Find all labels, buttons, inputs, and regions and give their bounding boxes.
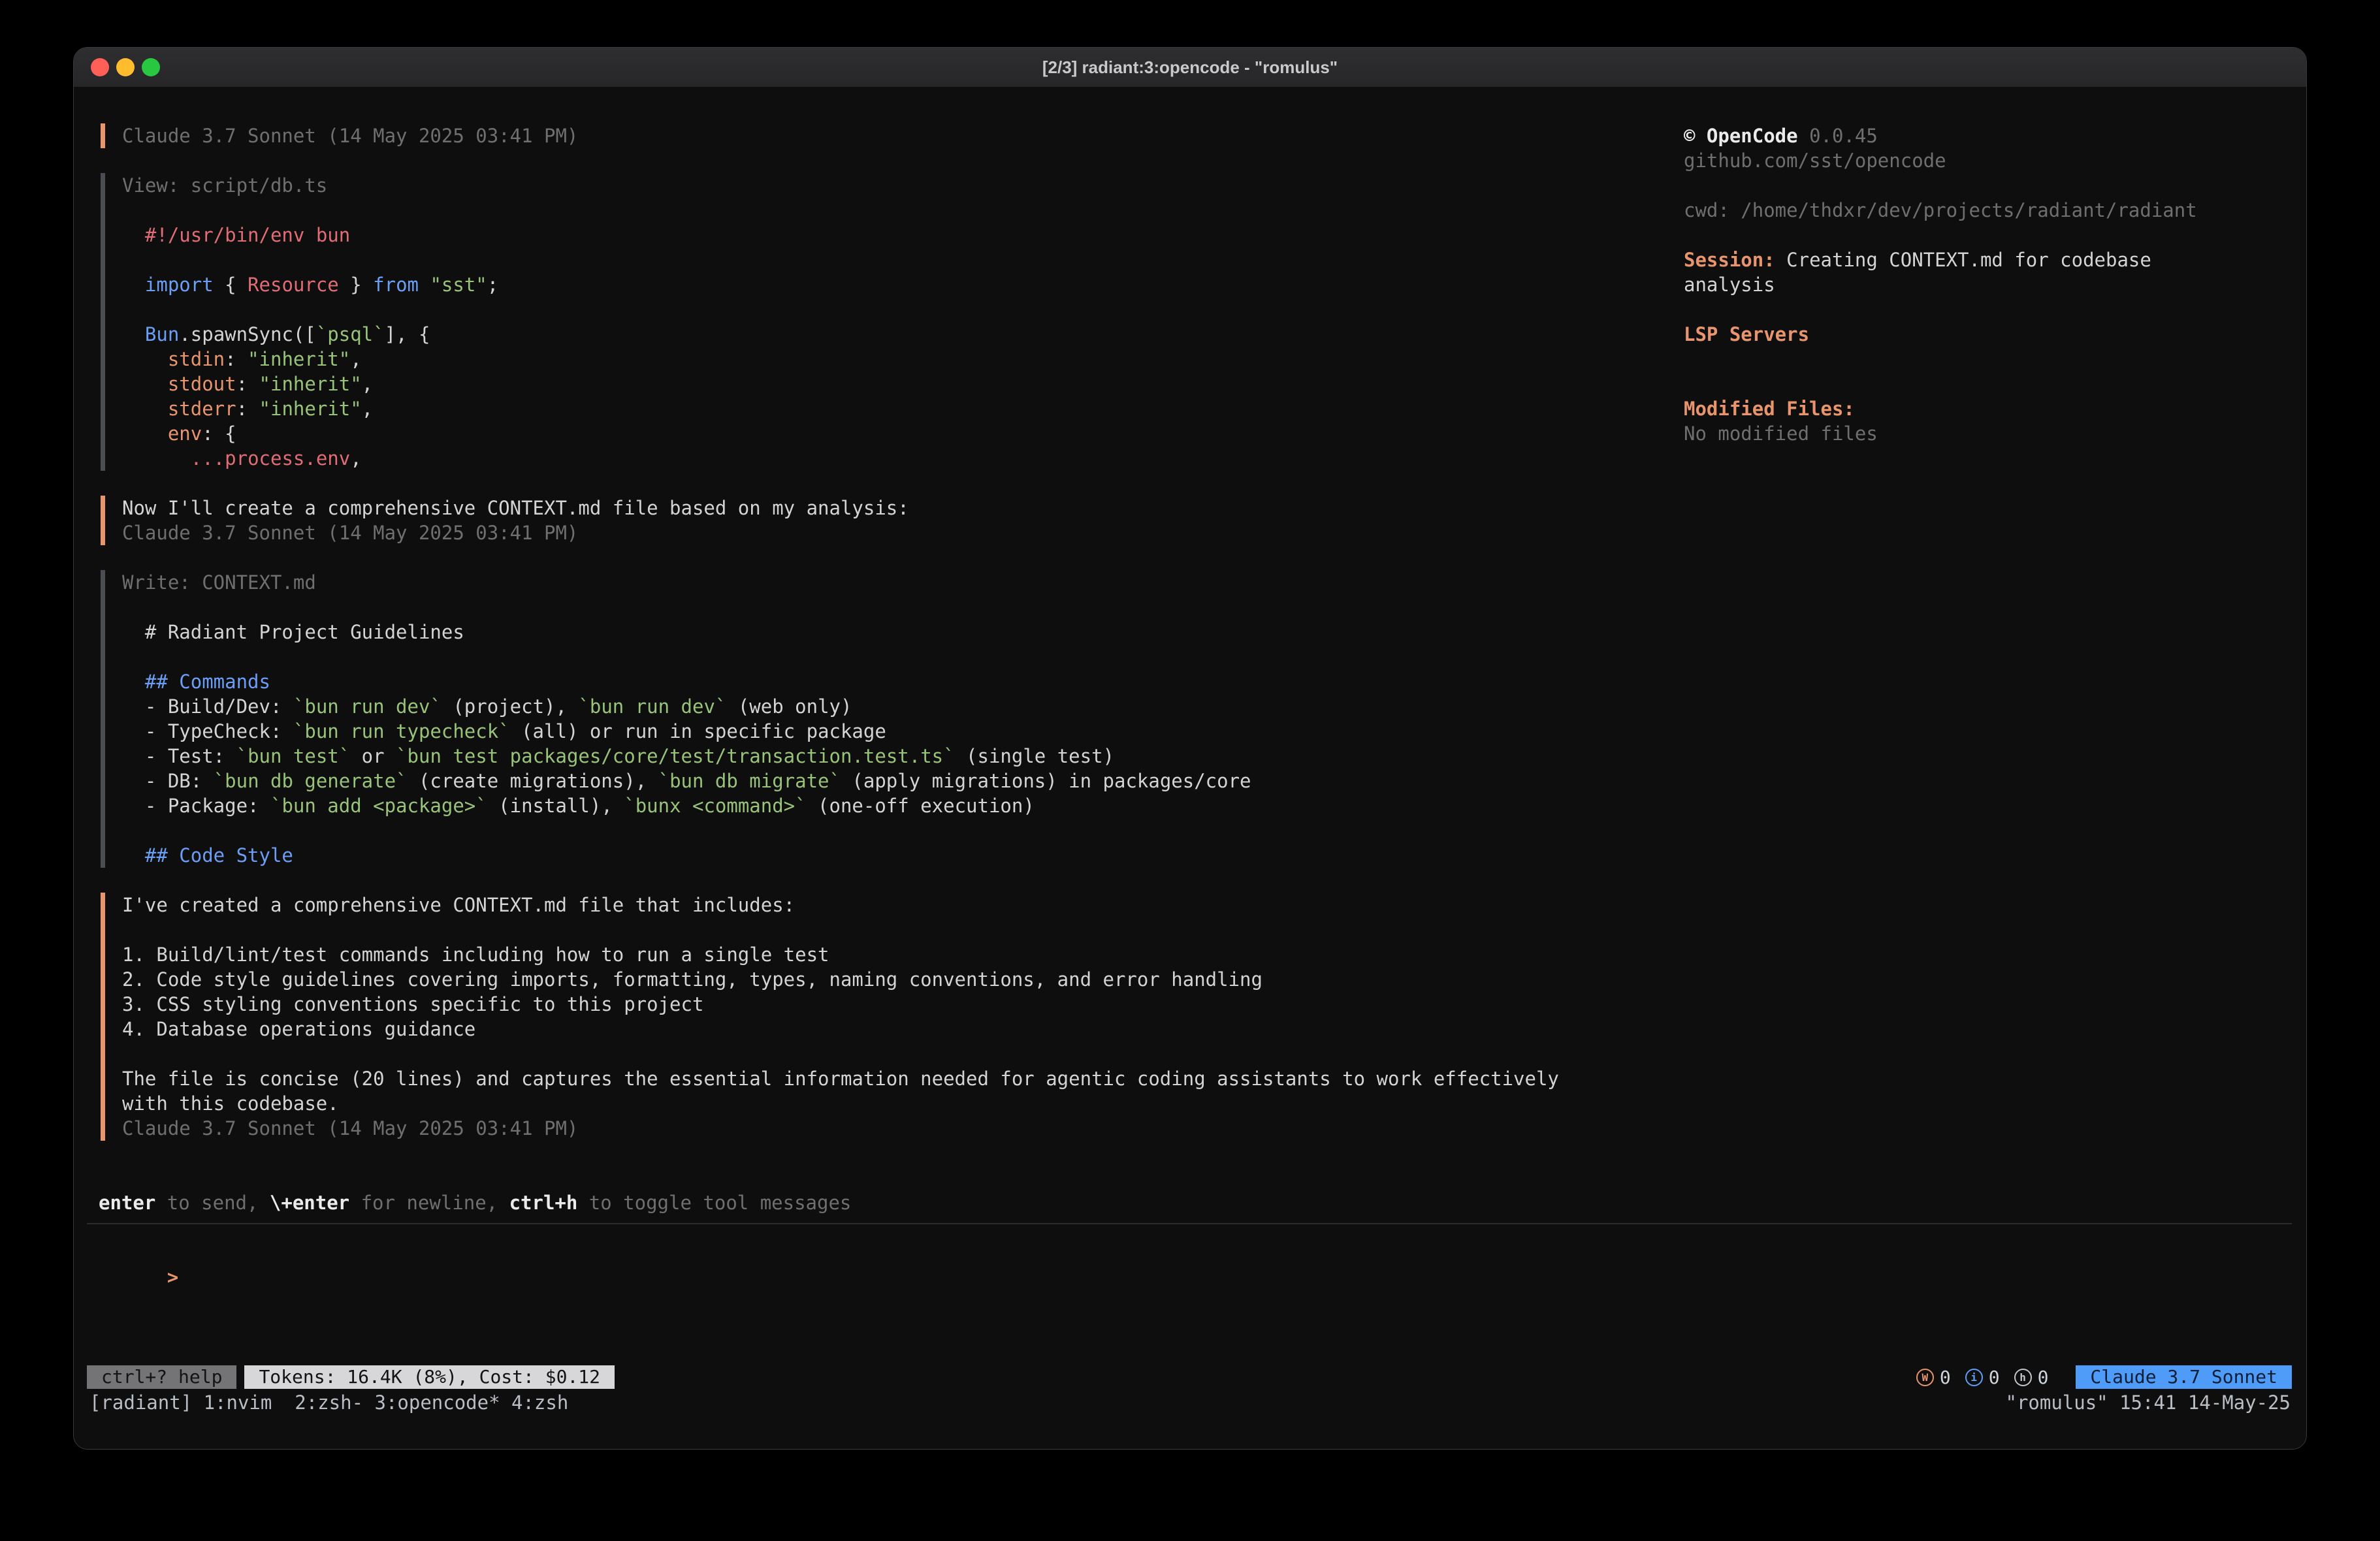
diagnostic-W-indicator: W0 xyxy=(1916,1367,1951,1388)
terminal-line: ...process.env, xyxy=(122,446,1655,471)
close-button[interactable] xyxy=(91,58,109,76)
terminal-line xyxy=(122,198,1655,223)
token-cost-indicator: Tokens: 16.4K (8%), Cost: $0.12 xyxy=(244,1365,615,1389)
sidebar-line: github.com/sst/opencode xyxy=(1684,148,2277,173)
sidebar-line xyxy=(1684,372,2277,396)
sidebar-line: © OpenCode 0.0.45 xyxy=(1684,123,2277,148)
sidebar-line: analysis xyxy=(1684,272,2277,297)
terminal-line xyxy=(122,1041,1655,1066)
terminal-line: stderr: "inherit", xyxy=(122,396,1655,421)
terminal-line: Claude 3.7 Sonnet (14 May 2025 03:41 PM) xyxy=(122,1116,1655,1141)
tool-write-message: Write: CONTEXT.md # Radiant Project Guid… xyxy=(101,570,1655,868)
terminal-line: I've created a comprehensive CONTEXT.md … xyxy=(122,893,1655,917)
diagnostic-count: 0 xyxy=(1989,1367,2000,1388)
diagnostic-h-indicator: h0 xyxy=(2014,1367,2049,1388)
terminal-line: #!/usr/bin/env bun xyxy=(122,223,1655,247)
sidebar-line: No modified files xyxy=(1684,421,2277,446)
tmux-window-list[interactable]: [radiant] 1:nvim 2:zsh- 3:opencode* 4:zs… xyxy=(89,1390,568,1415)
diagnostic-count: 0 xyxy=(2038,1367,2049,1388)
terminal-line: ## Code Style xyxy=(122,843,1655,868)
message-input[interactable]: > xyxy=(99,1240,178,1265)
terminal-line: # Radiant Project Guidelines xyxy=(122,620,1655,644)
terminal-content: Claude 3.7 Sonnet (14 May 2025 03:41 PM)… xyxy=(74,87,2306,1449)
chat-log: Claude 3.7 Sonnet (14 May 2025 03:41 PM)… xyxy=(101,123,1655,1166)
terminal-line: 4. Database operations guidance xyxy=(122,1017,1655,1041)
terminal-line: env: { xyxy=(122,421,1655,446)
terminal-line: Bun.spawnSync([`psql`], { xyxy=(122,322,1655,347)
terminal-line: - Test: `bun test` or `bun test packages… xyxy=(122,744,1655,769)
terminal-line xyxy=(122,247,1655,272)
terminal-line xyxy=(122,917,1655,942)
sidebar-line xyxy=(1684,173,2277,198)
sidebar-line xyxy=(1684,223,2277,247)
assistant-message: I've created a comprehensive CONTEXT.md … xyxy=(101,893,1655,1141)
terminal-line xyxy=(122,595,1655,620)
terminal-line: 1. Build/lint/test commands including ho… xyxy=(122,942,1655,967)
diagnostic-i-icon: i xyxy=(1965,1369,1983,1386)
diagnostics-indicators: W0i0h0 xyxy=(1916,1367,2063,1388)
terminal-line: Now I'll create a comprehensive CONTEXT.… xyxy=(122,496,1655,520)
terminal-line: stdin: "inherit", xyxy=(122,347,1655,372)
help-shortcut: ctrl+? help xyxy=(87,1365,236,1389)
model-badge: Claude 3.7 Sonnet xyxy=(2076,1365,2292,1389)
sidebar-line: cwd: /home/thdxr/dev/projects/radiant/ra… xyxy=(1684,198,2277,223)
minimize-button[interactable] xyxy=(116,58,135,76)
editor-separator xyxy=(87,1223,2292,1224)
sidebar-line xyxy=(1684,297,2277,322)
terminal-line: The file is concise (20 lines) and captu… xyxy=(122,1066,1655,1091)
tmux-host-clock: "romulus" 15:41 14-May-25 xyxy=(2006,1390,2291,1415)
status-bar: ctrl+? help Tokens: 16.4K (8%), Cost: $0… xyxy=(87,1365,2292,1389)
sidebar-line: LSP Servers xyxy=(1684,322,2277,347)
terminal-line xyxy=(122,297,1655,322)
terminal-line: Claude 3.7 Sonnet (14 May 2025 03:41 PM) xyxy=(122,123,1655,148)
diagnostic-i-indicator: i0 xyxy=(1965,1367,2000,1388)
assistant-message-meta: Claude 3.7 Sonnet (14 May 2025 03:41 PM) xyxy=(101,123,1655,148)
diagnostic-h-icon: h xyxy=(2014,1369,2032,1386)
terminal-line: - Build/Dev: `bun run dev` (project), `b… xyxy=(122,694,1655,719)
editor-hint: enter to send, \+enter for newline, ctrl… xyxy=(99,1190,851,1215)
sidebar-line: Session: Creating CONTEXT.md for codebas… xyxy=(1684,247,2277,272)
terminal-line xyxy=(122,818,1655,843)
terminal-line: Write: CONTEXT.md xyxy=(122,570,1655,595)
terminal-line: import { Resource } from "sst"; xyxy=(122,272,1655,297)
window-title: [2/3] radiant:3:opencode - "romulus" xyxy=(1042,57,1338,78)
sidebar-line: Modified Files: xyxy=(1684,396,2277,421)
terminal-line: - Package: `bun add <package>` (install)… xyxy=(122,793,1655,818)
terminal-line: 3. CSS styling conventions specific to t… xyxy=(122,992,1655,1017)
tmux-status-line: [radiant] 1:nvim 2:zsh- 3:opencode* 4:zs… xyxy=(89,1390,2291,1415)
diagnostic-W-icon: W xyxy=(1916,1369,1934,1386)
terminal-line xyxy=(122,644,1655,669)
session-sidebar: © OpenCode 0.0.45github.com/sst/opencode… xyxy=(1684,123,2277,446)
terminal-line: Claude 3.7 Sonnet (14 May 2025 03:41 PM) xyxy=(122,520,1655,545)
terminal-line: View: script/db.ts xyxy=(122,173,1655,198)
terminal-line: with this codebase. xyxy=(122,1091,1655,1116)
prompt-symbol: > xyxy=(167,1266,178,1288)
zoom-button[interactable] xyxy=(142,58,160,76)
tool-view-message: View: script/db.ts #!/usr/bin/env bun im… xyxy=(101,173,1655,471)
terminal-line: - DB: `bun db generate` (create migratio… xyxy=(122,769,1655,793)
diagnostic-count: 0 xyxy=(1940,1367,1951,1388)
terminal-line: 2. Code style guidelines covering import… xyxy=(122,967,1655,992)
terminal-line: ## Commands xyxy=(122,669,1655,694)
terminal-line: - TypeCheck: `bun run typecheck` (all) o… xyxy=(122,719,1655,744)
window-titlebar[interactable]: [2/3] radiant:3:opencode - "romulus" xyxy=(74,48,2306,87)
traffic-lights xyxy=(91,48,160,87)
terminal-line: stdout: "inherit", xyxy=(122,372,1655,396)
sidebar-line xyxy=(1684,347,2277,372)
assistant-message: Now I'll create a comprehensive CONTEXT.… xyxy=(101,496,1655,545)
terminal-window: [2/3] radiant:3:opencode - "romulus" Cla… xyxy=(73,47,2307,1450)
